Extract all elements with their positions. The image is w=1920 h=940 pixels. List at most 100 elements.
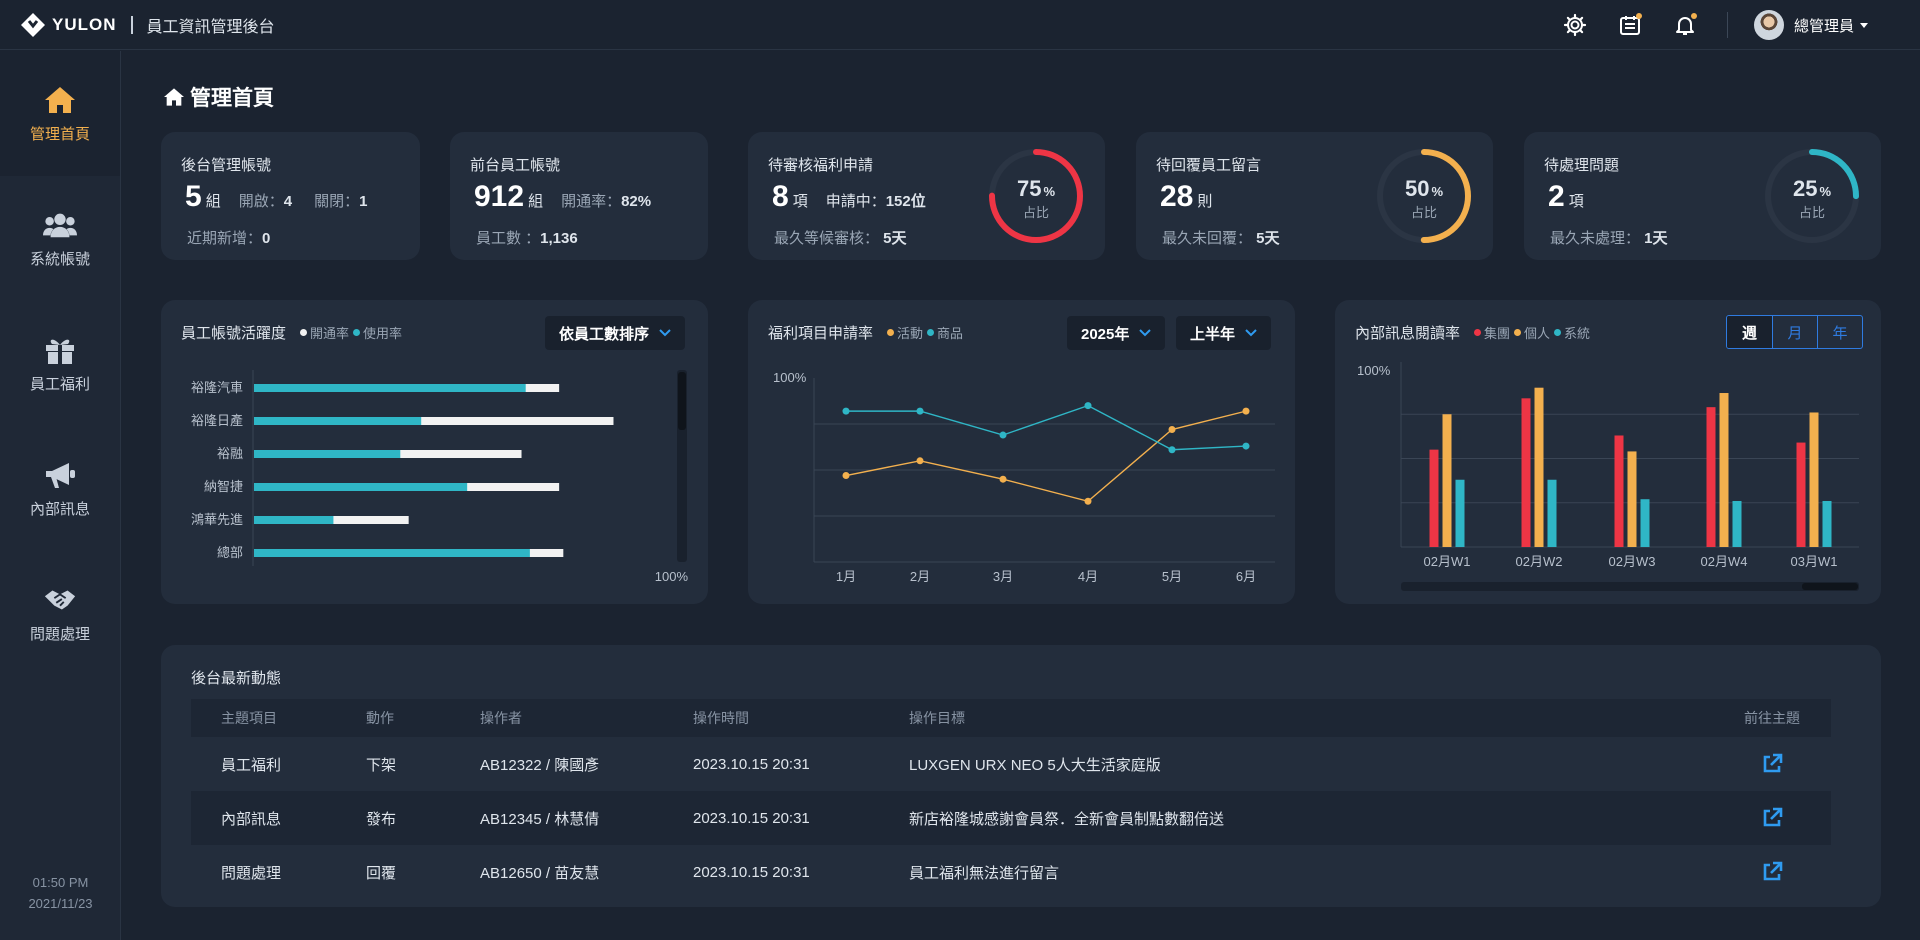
- bar-group: [1614, 435, 1624, 547]
- data-point: [1168, 446, 1176, 454]
- bell-icon[interactable]: [1672, 12, 1698, 38]
- notification-dot: [1690, 13, 1697, 19]
- category-label: 納智捷: [204, 479, 243, 494]
- stat-card-admin-accounts: 後台管理帳號 5 組 開啟：4 關閉：1 近期新增：0: [161, 132, 420, 260]
- external-link-icon[interactable]: [1761, 861, 1783, 883]
- top-bar: YULON 員工資訊管理後台 總管理員: [0, 0, 1920, 50]
- data-point: [1084, 497, 1092, 505]
- sidebar-item-welfare[interactable]: 員工福利: [0, 301, 120, 426]
- panel-reading-rate: 內部訊息閱讀率 集團 個人 系統 週 月 年 100% 02月W1 02月W2 02月…: [1335, 300, 1881, 604]
- bar-group: [1429, 449, 1439, 547]
- app-title: 員工資訊管理後台: [146, 18, 275, 36]
- page-title-text: 管理首頁: [190, 87, 274, 110]
- stat-unit: 項: [792, 193, 808, 210]
- scrollbar-track: [1401, 582, 1859, 591]
- data-point: [916, 407, 924, 415]
- ring-percent: 25%: [1792, 176, 1832, 201]
- user-name: 總管理員: [1793, 17, 1854, 35]
- sidebar-item-accounts[interactable]: 系統帳號: [0, 176, 120, 301]
- bar-personal: [1442, 414, 1452, 547]
- home-icon: [164, 88, 184, 106]
- external-link-icon[interactable]: [1761, 807, 1783, 829]
- bar-personal: [1809, 412, 1819, 547]
- stat-card-welfare-pending: 待審核福利申請 8 項 申請中：152位 最久等候審核： 5天 75% 占比: [748, 132, 1105, 260]
- category-label: 裕融: [217, 446, 243, 461]
- sidebar-item-issues[interactable]: 問題處理: [0, 551, 120, 676]
- x-tick-label: 5月: [1162, 569, 1182, 584]
- x-tick-label: 03月W1: [1791, 554, 1838, 569]
- handshake-icon: [43, 583, 77, 617]
- stat-main: 5 組 開啟：4 關閉：1: [185, 180, 367, 214]
- ring-percent: 50%: [1404, 176, 1444, 201]
- table-row: 內部訊息 發布 AB12345 / 林慧倩 2023.10.15 20:31 新…: [191, 791, 1831, 845]
- column-header: 操作時間: [693, 710, 749, 726]
- stat-unit: 則: [1197, 193, 1213, 210]
- bar-usage-rate: [254, 384, 526, 392]
- divider: [130, 15, 133, 34]
- calendar-icon[interactable]: [1617, 12, 1643, 38]
- cell-action: 回覆: [366, 864, 397, 882]
- stat-closed: 關閉：1: [314, 193, 368, 210]
- external-link-icon[interactable]: [1761, 753, 1783, 775]
- bar-usage-rate: [254, 516, 334, 524]
- data-point: [999, 475, 1007, 483]
- series-line: [845, 410, 1247, 503]
- category-label: 總部: [217, 545, 243, 560]
- stat-open-rate: 開通率：82%: [561, 193, 652, 210]
- cell-target: 員工福利無法進行留言: [909, 864, 1060, 882]
- gear-icon[interactable]: [1562, 12, 1588, 38]
- x-tick-label: 1月: [836, 569, 856, 584]
- cell-target: LUXGEN URX NEO 5人大生活家庭版: [909, 756, 1161, 774]
- divider: [1726, 12, 1728, 38]
- data-point: [842, 472, 850, 480]
- y-tick-label: 100%: [773, 370, 807, 385]
- bar-personal: [1719, 393, 1729, 547]
- stat-title: 後台管理帳號: [181, 157, 272, 174]
- account-activity-chart: 裕隆汽車裕隆日產裕融納智捷鴻華先進總部 100%: [191, 370, 688, 584]
- x-tick-label: 02月W1: [1424, 554, 1471, 569]
- chevron-down-icon: [1860, 22, 1868, 28]
- x-tick-label: 02月W2: [1516, 554, 1563, 569]
- sidebar-item-messages[interactable]: 內部訊息: [0, 426, 120, 551]
- category-label: 鴻華先進: [191, 512, 243, 527]
- avatar: [1753, 10, 1784, 40]
- stat-title: 待處理問題: [1544, 157, 1620, 174]
- panel-welfare-rate: 福利項目申請率 活動 商品 2025年 上半年 100% 1月 2月 3月 4月 5月 6月: [748, 300, 1295, 604]
- logo[interactable]: YULON: [20, 12, 117, 38]
- column-header: 操作目標: [909, 710, 965, 726]
- clock-time: 01:50 PM: [32, 875, 89, 890]
- stat-sub: 最久未回覆： 5天: [1162, 230, 1280, 247]
- user-menu[interactable]: 總管理員: [1753, 10, 1868, 40]
- cell-operator: AB12345 / 林慧倩: [480, 810, 600, 828]
- page-title: 管理首頁: [163, 82, 274, 112]
- sidebar-item-label: 管理首頁: [29, 126, 90, 143]
- y-tick-label: 100%: [1357, 363, 1391, 378]
- sidebar-item-home[interactable]: 管理首頁: [0, 51, 120, 176]
- bar-system: [1455, 479, 1465, 547]
- clock-date: 2021/11/23: [28, 896, 93, 911]
- category-label: 裕隆汽車: [191, 380, 243, 395]
- welfare-rate-chart: 100% 1月 2月 3月 4月 5月 6月: [773, 370, 1275, 584]
- gift-icon: [43, 333, 77, 367]
- sidebar: 管理首頁 系統帳號 員工福利 內部訊息 問題處理 01:50 PM 2021/1…: [0, 51, 121, 940]
- sidebar-item-label: 內部訊息: [29, 501, 90, 518]
- stat-applying: 申請中：152位: [825, 193, 926, 210]
- reading-rate-chart: 100% 02月W1 02月W2 02月W3 02月W4 03月W1: [1357, 362, 1859, 591]
- bar-group: [1796, 442, 1806, 547]
- sidebar-item-label: 問題處理: [29, 626, 90, 643]
- stat-main: 8 項 申請中：152位: [772, 180, 926, 214]
- users-icon: [43, 208, 77, 242]
- data-point: [916, 457, 924, 465]
- stat-title: 待回覆員工留言: [1156, 157, 1262, 174]
- x-tick-label: 2月: [910, 569, 930, 584]
- column-header: 動作: [366, 710, 394, 726]
- table-row: 員工福利 下架 AB12322 / 陳國彥 2023.10.15 20:31 L…: [191, 737, 1831, 791]
- scrollbar-thumb: [1802, 583, 1858, 590]
- cell-topic: 問題處理: [221, 864, 282, 882]
- notification-dot: [1635, 13, 1642, 19]
- stat-main: 2 項: [1548, 180, 1584, 214]
- cell-action: 下架: [366, 756, 397, 774]
- stat-value: 28: [1160, 180, 1194, 213]
- progress-ring: 50% 占比: [1374, 146, 1474, 246]
- megaphone-icon: [43, 458, 77, 492]
